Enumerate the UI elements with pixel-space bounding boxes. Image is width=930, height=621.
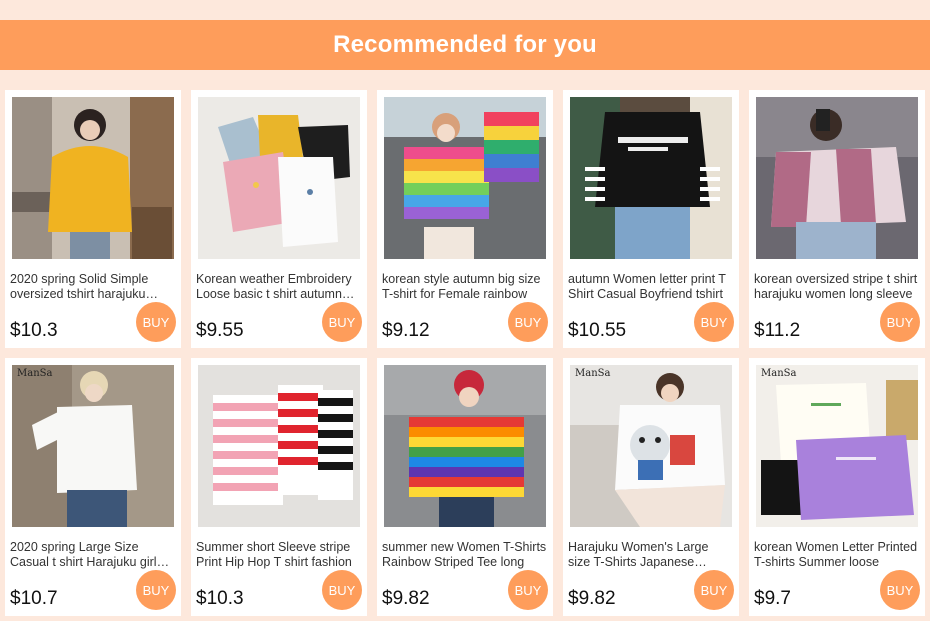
- buy-button[interactable]: BUY: [136, 570, 176, 610]
- product-card[interactable]: Korean weather Embroidery Loose basic t …: [191, 90, 367, 348]
- product-image[interactable]: [756, 97, 918, 259]
- buy-button[interactable]: BUY: [136, 302, 176, 342]
- watermark: ManSa: [17, 368, 53, 379]
- product-image[interactable]: ManSa: [570, 365, 732, 527]
- product-image[interactable]: [198, 365, 360, 527]
- product-price: $9.55: [196, 320, 244, 341]
- product-name[interactable]: summer new Women T-Shirts Rainbow Stripe…: [382, 540, 548, 570]
- buy-button[interactable]: BUY: [508, 302, 548, 342]
- product-card[interactable]: summer new Women T-Shirts Rainbow Stripe…: [377, 358, 553, 616]
- product-card[interactable]: korean oversized stripe t shirt harajuku…: [749, 90, 925, 348]
- product-name[interactable]: korean Women Letter Printed T-shirts Sum…: [754, 540, 920, 570]
- product-image[interactable]: [570, 97, 732, 259]
- product-card[interactable]: ManSa Harajuku Women's Large size T-Shir…: [563, 358, 739, 616]
- product-name[interactable]: korean oversized stripe t shirt harajuku…: [754, 272, 920, 302]
- product-name[interactable]: autumn Women letter print T Shirt Casual…: [568, 272, 734, 302]
- product-price: $9.82: [568, 588, 616, 609]
- watermark: ManSa: [761, 368, 797, 379]
- product-name[interactable]: Summer short Sleeve stripe Print Hip Hop…: [196, 540, 362, 570]
- product-name[interactable]: 2020 spring Solid Simple oversized tshir…: [10, 272, 176, 302]
- product-name[interactable]: korean style autumn big size T-shirt for…: [382, 272, 548, 302]
- product-image[interactable]: [198, 97, 360, 259]
- product-card[interactable]: autumn Women letter print T Shirt Casual…: [563, 90, 739, 348]
- product-price: $9.12: [382, 320, 430, 341]
- buy-button[interactable]: BUY: [694, 302, 734, 342]
- product-image[interactable]: ManSa: [12, 365, 174, 527]
- product-price: $9.7: [754, 588, 791, 609]
- product-image[interactable]: [12, 97, 174, 259]
- product-price: $9.82: [382, 588, 430, 609]
- buy-button[interactable]: BUY: [694, 570, 734, 610]
- product-image[interactable]: [384, 365, 546, 527]
- product-price: $11.2: [754, 320, 801, 341]
- product-name[interactable]: Harajuku Women's Large size T-Shirts Jap…: [568, 540, 734, 570]
- product-price: $10.55: [568, 320, 627, 341]
- product-grid: 2020 spring Solid Simple oversized tshir…: [5, 90, 925, 620]
- product-card[interactable]: korean style autumn big size T-shirt for…: [377, 90, 553, 348]
- product-card[interactable]: Summer short Sleeve stripe Print Hip Hop…: [191, 358, 367, 616]
- buy-button[interactable]: BUY: [508, 570, 548, 610]
- product-card[interactable]: ManSa korean Women Letter Printed T-shir…: [749, 358, 925, 616]
- product-price: $10.3: [196, 588, 244, 609]
- product-card[interactable]: ManSa 2020 spring Large Size Casual t sh…: [5, 358, 181, 616]
- product-name[interactable]: 2020 spring Large Size Casual t shirt Ha…: [10, 540, 176, 570]
- product-price: $10.3: [10, 320, 58, 341]
- section-title: Recommended for you: [333, 31, 597, 58]
- product-card[interactable]: 2020 spring Solid Simple oversized tshir…: [5, 90, 181, 348]
- buy-button[interactable]: BUY: [880, 302, 920, 342]
- product-name[interactable]: Korean weather Embroidery Loose basic t …: [196, 272, 362, 302]
- watermark: ManSa: [575, 368, 611, 379]
- product-image[interactable]: [384, 97, 546, 259]
- recommendations-header: Recommended for you: [0, 20, 930, 70]
- buy-button[interactable]: BUY: [880, 570, 920, 610]
- product-image[interactable]: ManSa: [756, 365, 918, 527]
- product-price: $10.7: [10, 588, 58, 609]
- buy-button[interactable]: BUY: [322, 302, 362, 342]
- buy-button[interactable]: BUY: [322, 570, 362, 610]
